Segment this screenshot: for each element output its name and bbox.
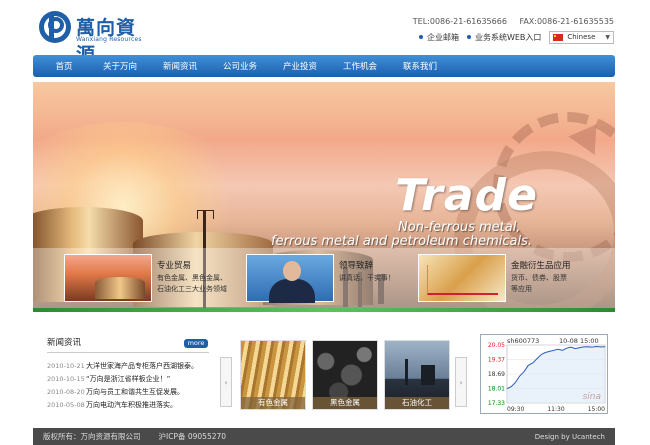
product-label: 有色金属 <box>241 397 305 409</box>
product-label: 黑色金属 <box>313 397 377 409</box>
nav-about[interactable]: 关于万向 <box>95 60 145 72</box>
person-icon <box>269 279 315 303</box>
nav-business[interactable]: 公司业务 <box>215 60 265 72</box>
person-head-icon <box>283 261 301 281</box>
news-item[interactable]: 2010-10-15 “万向是浙江省样板企业！” <box>47 372 217 385</box>
quicklink-web-system[interactable]: 业务系统WEB入口 <box>466 32 542 43</box>
feature-card-trade[interactable]: 专业贸易 有色金属、黑色金属、 石油化工三大业务领域 <box>64 254 264 302</box>
icp-number[interactable]: 沪ICP备 09055270 <box>159 431 227 442</box>
feature-card-leadership[interactable]: 领导致辞 讲真话，干实事！ <box>246 254 426 303</box>
finance-thumbnail <box>418 254 506 302</box>
main-nav: 首页 关于万向 新闻资讯 公司业务 产业投资 工作机会 联系我们 <box>33 55 615 77</box>
nav-contact[interactable]: 联系我们 <box>395 60 445 72</box>
quicklink-label: 企业邮箱 <box>426 32 459 42</box>
news-heading: 新闻资讯 <box>47 338 82 348</box>
feature-strip-divider <box>33 308 615 312</box>
nav-careers[interactable]: 工作机会 <box>335 60 385 72</box>
nav-news[interactable]: 新闻资讯 <box>155 60 205 72</box>
news-date: 2010-08-20 <box>47 387 85 396</box>
quick-links: 企业邮箱 业务系统WEB入口 Chinese ▼ <box>418 30 614 44</box>
china-flag-icon <box>553 33 564 41</box>
news-date: 2010-05-08 <box>47 400 85 409</box>
news-item[interactable]: 2010-05-08 万向电动汽车积极推进落实。 <box>47 398 217 411</box>
banner-subtitle-1: Non-ferrous metal, <box>398 220 521 235</box>
news-title: 万向电动汽车积极推进落实。 <box>86 400 177 409</box>
feature-desc: 等应用 <box>511 285 532 293</box>
news-item[interactable]: 2010-08-20 万向与员工和谐共生互促发展。 <box>47 385 217 398</box>
contact-info: TEL:0086-21-61635666 FAX:0086-21-6163553… <box>403 17 614 26</box>
page: 萬向資源 Wanxiang Resources TEL:0086-21-6163… <box>0 0 650 445</box>
quicklink-label: 业务系统WEB入口 <box>474 32 542 42</box>
bullet-icon <box>418 35 423 39</box>
fax-number: FAX:0086-21-61635535 <box>519 17 614 26</box>
logo-mark-icon <box>39 11 71 43</box>
footer: 版权所有：万向资源有限公司 沪ICP备 09055270 Design by U… <box>33 428 615 445</box>
x-tick-label: 11:30 <box>547 406 564 413</box>
phone-number: TEL:0086-21-61635666 <box>412 17 507 26</box>
feature-desc: 货币、债券、股票 <box>511 274 567 282</box>
language-value: Chinese <box>567 33 596 41</box>
feature-title: 领导致辞 <box>339 261 374 271</box>
news-item[interactable]: 2010-10-21 大洋世家海产品专柜落户西湖银泰。 <box>47 359 217 372</box>
nav-home[interactable]: 首页 <box>43 60 85 72</box>
y-tick-label: 19.37 <box>488 357 505 364</box>
banner-headline: Trade <box>395 170 538 221</box>
x-tick-label: 09:30 <box>507 406 524 413</box>
design-credit[interactable]: Design by Ucantech <box>535 433 605 441</box>
news-title: “万向是浙江省样板企业！” <box>86 374 171 383</box>
chevron-down-icon: ▼ <box>605 33 610 41</box>
leader-photo <box>246 254 334 303</box>
stock-date: 10-08 15:00 <box>559 337 599 345</box>
trade-thumbnail <box>64 254 152 302</box>
news-title: 万向与员工和谐共生互促发展。 <box>86 387 184 396</box>
y-tick-label: 18.69 <box>488 371 505 378</box>
news-more-button[interactable]: more <box>184 339 208 348</box>
carousel-next-button[interactable]: › <box>455 357 467 407</box>
carousel-prev-button[interactable]: ‹ <box>220 357 232 407</box>
stock-chart-svg: 20.05 19.37 18.69 18.01 17.3309:30 11:30 15:00… <box>488 342 606 413</box>
news-title: 大洋世家海产品专柜落户西湖银泰。 <box>86 361 198 370</box>
banner-subtitle-2: ferrous metal and petroleum chemicals. <box>271 234 533 249</box>
x-tick-label: 15:00 <box>588 406 605 413</box>
logo-text-en: Wanxiang Resources <box>76 36 142 43</box>
stock-chart[interactable]: 20.05 19.37 18.69 18.01 17.33 09:30 11:30 15:00… <box>480 334 608 414</box>
logo[interactable]: 萬向資源 Wanxiang Resources <box>38 10 148 66</box>
news-date: 2010-10-15 <box>47 374 85 383</box>
news-list: 2010-10-21 大洋世家海产品专柜落户西湖银泰。 2010-10-15 “… <box>47 359 217 411</box>
feature-title: 金融衍生品应用 <box>511 261 571 271</box>
feature-desc: 石油化工三大业务领域 <box>157 285 227 293</box>
stock-code: sh600773 <box>507 337 540 345</box>
product-petrochemical[interactable]: 石油化工 <box>384 340 450 410</box>
copyright-text: 版权所有：万向资源有限公司 <box>43 432 141 441</box>
language-select[interactable]: Chinese ▼ <box>549 30 614 44</box>
bullet-icon <box>466 35 471 39</box>
product-ferrous[interactable]: 黑色金属 <box>312 340 378 410</box>
y-tick-label: 17.33 <box>488 400 505 407</box>
quicklink-email[interactable]: 企业邮箱 <box>418 32 459 43</box>
feature-card-finance[interactable]: 金融衍生品应用 货币、债券、股票 等应用 <box>418 254 608 302</box>
product-nonferrous[interactable]: 有色金属 <box>240 340 306 410</box>
feature-desc: 有色金属、黑色金属、 <box>157 274 227 282</box>
hero-banner: Trade Non-ferrous metal, ferrous metal a… <box>33 82 615 312</box>
feature-title: 专业贸易 <box>157 261 192 271</box>
nav-investment[interactable]: 产业投资 <box>275 60 325 72</box>
product-label: 石油化工 <box>385 397 449 409</box>
sina-watermark: sina <box>583 392 601 402</box>
news-divider <box>47 352 209 353</box>
y-tick-label: 20.05 <box>488 342 505 349</box>
y-tick-label: 18.01 <box>488 386 505 393</box>
feature-desc: 讲真话，干实事！ <box>339 274 395 282</box>
news-date: 2010-10-21 <box>47 361 85 370</box>
